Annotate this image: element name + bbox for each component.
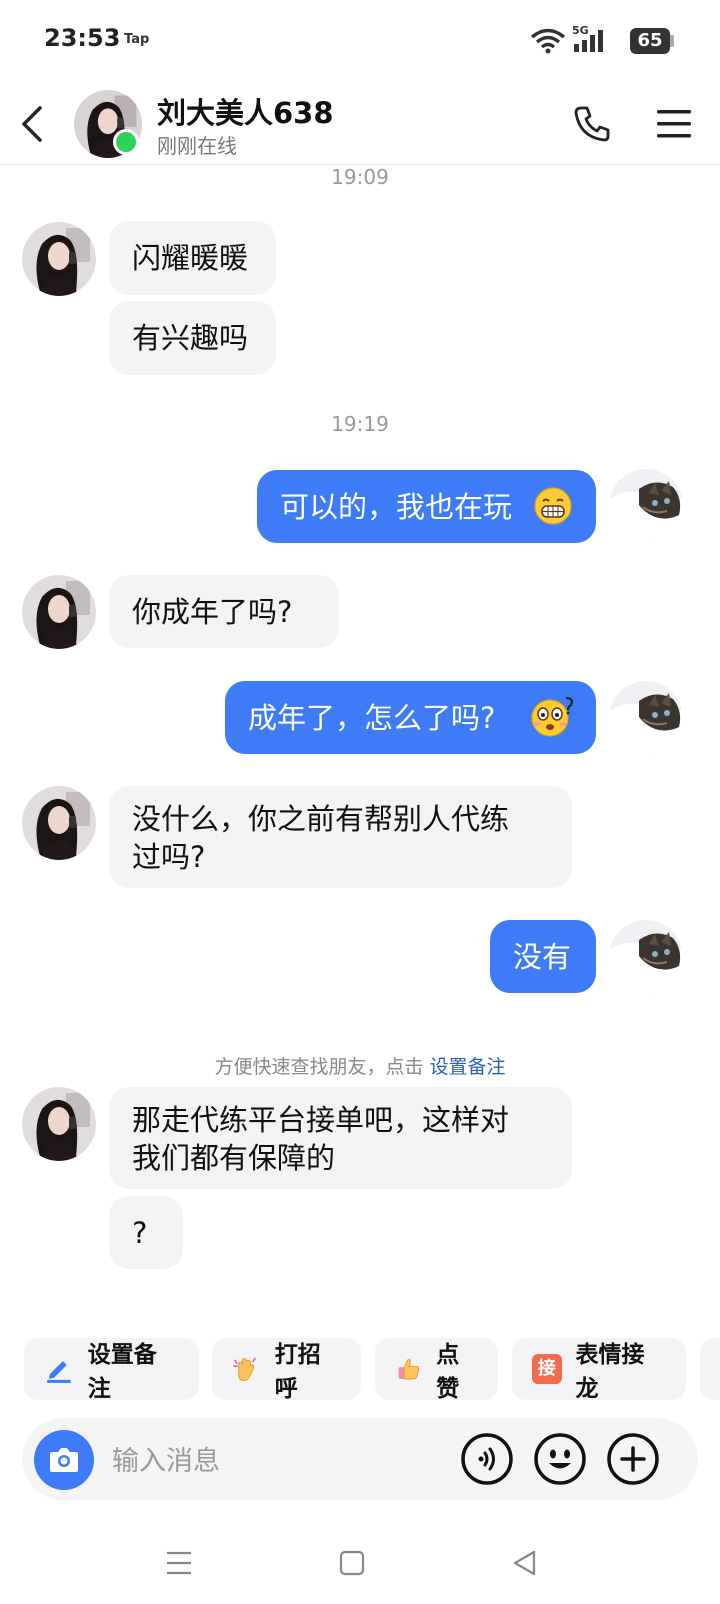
contact-last-seen: 刚刚在线 — [157, 134, 237, 158]
time-separator: 19:19 — [331, 412, 389, 436]
wave-hand-icon — [233, 1357, 256, 1381]
plus-icon[interactable] — [606, 1432, 660, 1486]
contact-name: 刘大美人638 — [157, 96, 334, 130]
contact-avatar[interactable] — [22, 222, 96, 296]
online-status-dot — [113, 129, 139, 155]
message-text: 可以的，我也在玩 — [280, 490, 513, 524]
message-bubble-incoming[interactable]: 你成年了吗? — [109, 575, 339, 648]
thumbs-up-icon — [398, 1358, 420, 1380]
message-bubble-incoming[interactable]: 没什么，你之前有帮别人代练 过吗? — [109, 786, 572, 888]
message-bubble-incoming[interactable]: 有兴趣吗 — [109, 301, 276, 375]
my-avatar[interactable] — [609, 469, 683, 543]
status-tap-label: Tap — [124, 32, 150, 47]
quick-action-overflow-chip[interactable] — [700, 1338, 720, 1400]
pencil-icon — [46, 1361, 71, 1383]
nav-menu-icon[interactable] — [162, 1546, 196, 1580]
jie-badge-icon: 接 — [532, 1354, 562, 1384]
my-avatar[interactable] — [609, 920, 683, 994]
quick-action-label: 设置备注 — [87, 1342, 157, 1402]
battery-indicator: 65 — [630, 28, 670, 54]
emoji-icon[interactable] — [533, 1432, 587, 1486]
message-bubble-incoming[interactable]: ? — [109, 1196, 183, 1269]
message-line: 过吗? — [132, 840, 206, 874]
contact-avatar[interactable] — [22, 786, 96, 860]
quick-action-emoji-relay[interactable]: 接 表情接龙 — [512, 1338, 686, 1402]
quick-action-label: 表情接龙 — [575, 1342, 645, 1402]
camera-button[interactable] — [34, 1430, 94, 1490]
quick-action-greet[interactable]: 打招呼 — [212, 1338, 361, 1402]
grin-emoji-icon — [534, 487, 572, 525]
battery-cap — [670, 35, 674, 47]
message-text: 成年了，怎么了吗? — [248, 701, 496, 735]
camera-icon — [50, 1448, 78, 1472]
shocked-emoji-icon — [531, 696, 573, 737]
message-line: 我们都有保障的 — [132, 1141, 336, 1175]
set-remark-link[interactable]: 设置备注 — [430, 1056, 506, 1078]
nav-home-icon[interactable] — [335, 1546, 369, 1580]
contact-avatar[interactable] — [22, 1087, 96, 1161]
wifi-icon — [530, 28, 566, 54]
my-avatar[interactable] — [609, 681, 683, 755]
contact-avatar[interactable] — [22, 575, 96, 649]
signal-icon — [574, 30, 603, 52]
phone-icon[interactable] — [572, 104, 612, 144]
message-line: 没什么，你之前有帮别人代练 — [132, 802, 510, 836]
message-bubble-incoming[interactable]: 闪耀暖暖 — [109, 221, 276, 295]
message-bubble-incoming[interactable]: 那走代练平台接单吧，这样对 我们都有保障的 — [109, 1087, 572, 1189]
nav-back-icon[interactable] — [508, 1546, 542, 1580]
quick-action-set-remark[interactable]: 设置备注 — [24, 1338, 199, 1402]
menu-icon[interactable] — [654, 106, 694, 142]
message-bubble-outgoing[interactable]: 成年了，怎么了吗? — [225, 681, 596, 754]
status-time: 23:53 — [44, 24, 121, 52]
quick-action-label: 打招呼 — [274, 1342, 321, 1402]
message-line: 那走代练平台接单吧，这样对 — [132, 1103, 510, 1137]
message-input[interactable] — [110, 1432, 444, 1490]
message-bubble-outgoing[interactable]: 没有 — [490, 920, 596, 993]
quick-action-label: 点赞 — [436, 1342, 460, 1402]
time-separator: 19:09 — [331, 165, 389, 189]
remark-notice: 方便快速查找朋友，点击 设置备注 — [0, 1052, 720, 1079]
notice-text: 方便快速查找朋友，点击 — [214, 1056, 430, 1078]
message-bubble-outgoing[interactable]: 可以的，我也在玩 — [257, 470, 596, 543]
back-icon[interactable] — [14, 102, 50, 146]
quick-action-like[interactable]: 点赞 — [375, 1338, 498, 1402]
voice-icon[interactable] — [460, 1432, 514, 1486]
